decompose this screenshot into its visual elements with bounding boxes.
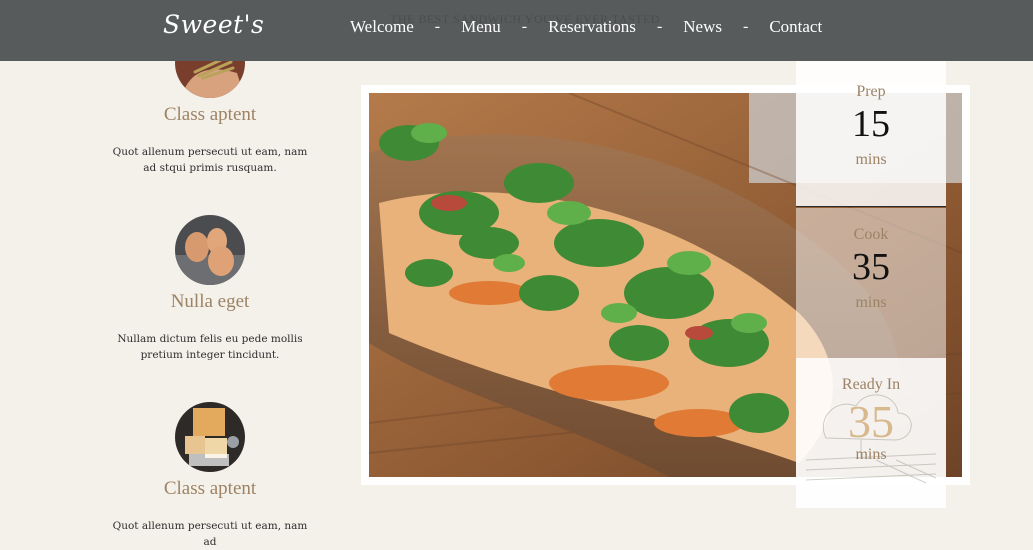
ready-time: Ready In 35 mins bbox=[796, 358, 946, 508]
prep-value: 15 bbox=[852, 103, 890, 145]
nav-separator: - bbox=[521, 18, 528, 35]
feature-image-cheese bbox=[175, 402, 245, 472]
nav-separator: - bbox=[434, 18, 441, 35]
site-header: THE BEST SANDWICH YOU'VE EVER TASTED Swe… bbox=[0, 0, 1033, 61]
cook-unit: mins bbox=[855, 294, 887, 311]
prep-label: Prep bbox=[856, 83, 886, 100]
prep-unit: mins bbox=[855, 151, 887, 168]
ready-label: Ready In bbox=[841, 376, 901, 393]
ready-unit: mins bbox=[855, 446, 887, 463]
feature-text: Quot allenum persecuti ut eam, nam ad st… bbox=[112, 146, 308, 174]
feature-item: Nulla eget Nullam dictum felis eu pede m… bbox=[100, 215, 320, 363]
feature-item: Class aptent Quot allenum persecuti ut e… bbox=[100, 402, 320, 550]
feature-title: Class aptent bbox=[163, 478, 257, 499]
feature-text: Quot allenum persecuti ut eam, nam ad bbox=[112, 520, 308, 548]
ready-value: 35 bbox=[848, 396, 894, 447]
nav-separator: - bbox=[742, 18, 749, 35]
feature-title: Nulla eget bbox=[170, 291, 250, 312]
cook-time: Cook 35 mins bbox=[796, 208, 946, 358]
main-nav: Welcome - Menu - Reservations - News - C… bbox=[350, 17, 822, 37]
recipe-timings: Prep 15 mins Cook 35 mins Ready In 35 mi… bbox=[796, 61, 946, 508]
nav-menu[interactable]: Menu bbox=[461, 17, 501, 37]
nav-separator: - bbox=[656, 18, 663, 35]
cook-label: Cook bbox=[853, 226, 889, 243]
site-logo[interactable]: Sweet's bbox=[163, 10, 264, 39]
nav-welcome[interactable]: Welcome bbox=[350, 17, 414, 37]
feature-text: Nullam dictum felis eu pede mollis preti… bbox=[117, 333, 303, 361]
feature-title: Class aptent bbox=[163, 104, 257, 125]
feature-image-eggs bbox=[175, 215, 245, 285]
cook-value: 35 bbox=[852, 246, 890, 288]
nav-contact[interactable]: Contact bbox=[769, 17, 822, 37]
nav-reservations[interactable]: Reservations bbox=[548, 17, 636, 37]
nav-news[interactable]: News bbox=[683, 17, 722, 37]
prep-time: Prep 15 mins bbox=[796, 61, 946, 207]
